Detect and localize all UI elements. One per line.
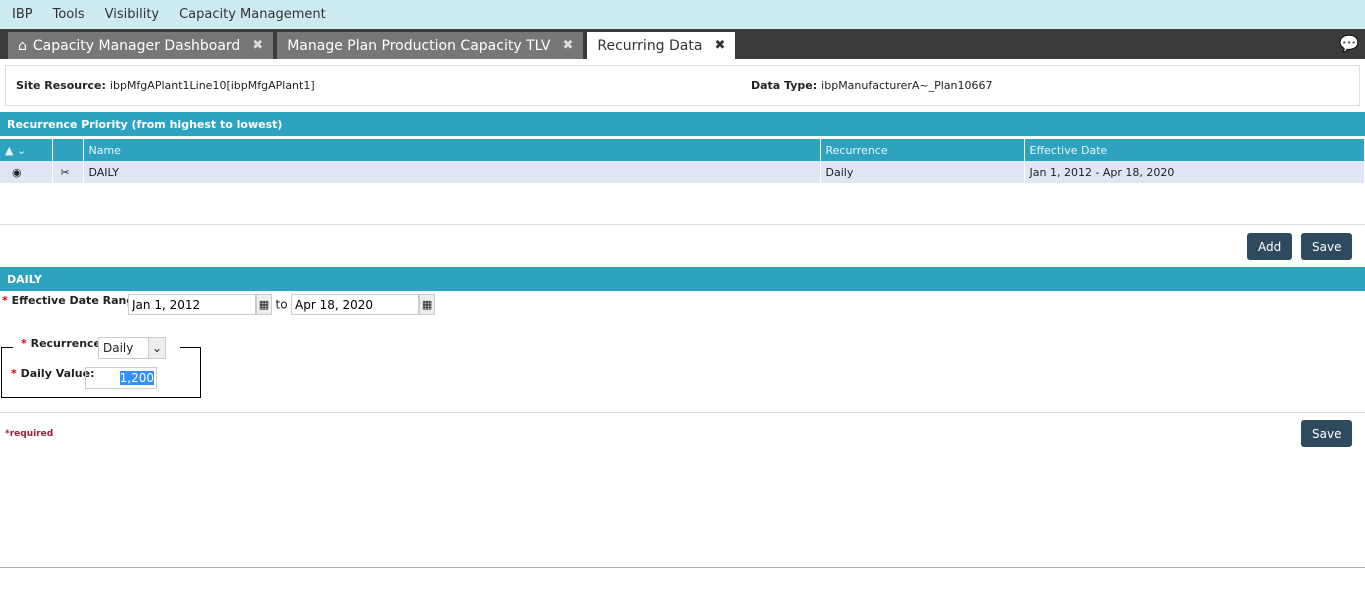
delete-icon[interactable]: ✂ [52, 161, 84, 183]
menu-ibp[interactable]: IBP [12, 7, 33, 22]
close-icon[interactable]: ✖ [714, 38, 725, 53]
priority-panel: Recurrence Priority (from highest to low… [0, 112, 1365, 225]
to-date-input[interactable] [291, 294, 420, 315]
detail-panel: DAILY * Effective Date Range: ▦ to ▦ * R… [0, 267, 1365, 413]
tab-manage-plan[interactable]: Manage Plan Production Capacity TLV ✖ [277, 32, 584, 59]
recurrence-label: Recurrence: [30, 337, 106, 350]
close-icon[interactable]: ✖ [562, 38, 573, 53]
chevron-down-icon: ⌄ [148, 338, 165, 358]
save-button[interactable]: Save [1301, 233, 1353, 260]
priority-table: ▲ ⌄ Name Recurrence Effective Date ◉ ✂ DAILY D… [0, 139, 1365, 183]
menu-tools[interactable]: Tools [53, 7, 85, 22]
recurrence-value: Daily [103, 341, 134, 355]
col-name[interactable]: Name [83, 139, 821, 161]
recurrence-select[interactable]: Daily ⌄ [98, 337, 166, 359]
type-value: ibpManufacturerA~_Plan10667 [821, 79, 993, 92]
add-button[interactable]: Add [1247, 233, 1293, 260]
info-panel: Site Resource: ibpMfgAPlant1Line10[ibpMfg… [5, 65, 1360, 106]
cell-recurrence: Daily [820, 161, 1025, 183]
required-note: *required [5, 429, 54, 439]
tab-label: Recurring Data [597, 37, 703, 54]
footer-divider [0, 567, 1365, 568]
col-recurrence[interactable]: Recurrence [820, 139, 1025, 161]
col-date[interactable]: Effective Date [1024, 139, 1365, 161]
row-radio[interactable]: ◉ [0, 161, 53, 183]
menu-bar: IBP Tools Visibility Capacity Management [0, 0, 1365, 29]
daily-value-input[interactable]: 1,200 [85, 367, 157, 389]
cell-name: DAILY [83, 161, 821, 183]
tab-capacity-dashboard[interactable]: ⌂ Capacity Manager Dashboard ✖ [8, 32, 274, 59]
close-icon[interactable]: ✖ [252, 38, 263, 53]
priority-header: Recurrence Priority (from highest to low… [0, 112, 1365, 136]
calendar-icon[interactable]: ▦ [419, 294, 436, 315]
tab-bar: ⌂ Capacity Manager Dashboard ✖ Manage Plan… [0, 29, 1365, 59]
save-detail-button[interactable]: Save [1301, 420, 1353, 447]
site-value: ibpMfgAPlant1Line10[ibpMfgAPlant1] [109, 79, 315, 92]
tab-label: Capacity Manager Dashboard [32, 37, 241, 54]
daily-value-label: Daily Value: [20, 367, 95, 380]
to-label: to [275, 297, 288, 312]
daily-value: 1,200 [119, 371, 154, 385]
chat-icon[interactable]: 💬 [1339, 34, 1359, 53]
home-icon: ⌂ [18, 37, 27, 54]
date-range-label: Effective Date Range: [11, 294, 147, 307]
calendar-icon[interactable]: ▦ [256, 294, 272, 315]
menu-capacity-management[interactable]: Capacity Management [179, 7, 326, 22]
sort-control[interactable]: ▲ ⌄ [0, 139, 53, 161]
site-label: Site Resource: [16, 79, 106, 92]
tab-label: Manage Plan Production Capacity TLV [287, 37, 551, 54]
type-label: Data Type: [751, 79, 818, 92]
cell-date: Jan 1, 2012 - Apr 18, 2020 [1024, 161, 1365, 183]
from-date-input[interactable] [128, 294, 256, 315]
tab-recurring-data[interactable]: Recurring Data ✖ [587, 32, 736, 59]
menu-visibility[interactable]: Visibility [105, 7, 159, 22]
detail-header: DAILY [0, 267, 1365, 291]
table-row[interactable]: ◉ ✂ DAILY Daily Jan 1, 2012 - Apr 18, 2020 [0, 161, 1365, 183]
